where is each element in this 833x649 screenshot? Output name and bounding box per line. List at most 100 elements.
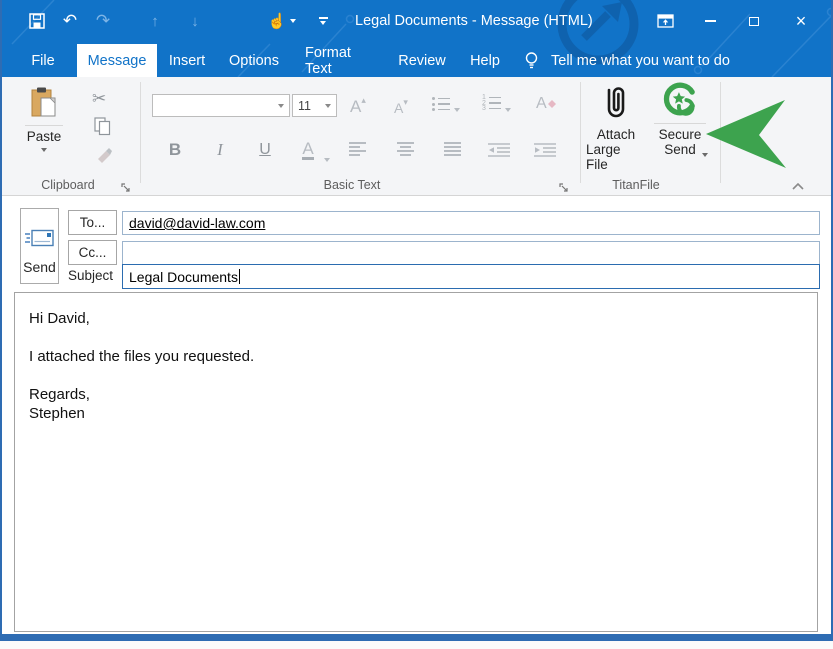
save-icon: [29, 13, 45, 29]
increase-indent-button[interactable]: [528, 137, 562, 163]
secure-send-callout-arrow: [704, 97, 788, 171]
secure-send-button[interactable]: Secure Send: [650, 81, 710, 175]
minimize-icon: [705, 20, 716, 22]
shrink-font-button[interactable]: A▾: [394, 97, 408, 116]
tell-me-search[interactable]: Tell me what you want to do: [524, 44, 730, 77]
tab-review[interactable]: Review: [395, 44, 449, 77]
paste-button[interactable]: Paste: [22, 85, 66, 171]
basic-text-dialog-launcher[interactable]: [559, 180, 571, 192]
tab-options[interactable]: Options: [224, 44, 284, 77]
window-header: ↶ ↷ ↑ ↓ ☝ Legal Documents - Message (HTM…: [2, 0, 831, 77]
align-center-button[interactable]: [390, 137, 420, 163]
text-cursor: [239, 269, 240, 284]
body-line: Hi David,: [29, 309, 803, 328]
group-separator: [140, 82, 141, 183]
undo-button[interactable]: ↶: [57, 8, 83, 34]
titanfile-group-label: TitanFile: [586, 178, 686, 192]
attach-large-file-button[interactable]: Attach Large File: [586, 81, 646, 175]
font-color-dropdown[interactable]: [324, 149, 330, 167]
window-title: Legal Documents - Message (HTML): [355, 13, 593, 29]
minimize-button[interactable]: [695, 6, 725, 36]
bullets-button[interactable]: [432, 97, 450, 111]
arrow-down-icon: ↓: [191, 13, 199, 30]
italic-button[interactable]: I: [205, 137, 235, 163]
touch-mode-dropdown[interactable]: [286, 8, 300, 34]
message-body-editor[interactable]: Hi David, I attached the files you reque…: [14, 292, 818, 632]
align-left-button[interactable]: [342, 137, 372, 163]
decrease-indent-button[interactable]: [482, 137, 516, 163]
font-color-button[interactable]: A: [296, 137, 320, 163]
ribbon-display-options-icon: [657, 14, 674, 28]
tab-insert[interactable]: Insert: [165, 44, 209, 77]
paperclip-icon: [603, 81, 629, 125]
align-right-button[interactable]: [437, 137, 467, 163]
redo-button[interactable]: ↷: [90, 8, 116, 34]
chevron-down-icon: [325, 104, 331, 108]
body-line: Stephen: [29, 404, 803, 423]
chevron-down-icon: [290, 19, 296, 23]
underline-button[interactable]: U: [250, 137, 280, 163]
numbering-icon: 1 2 3: [482, 96, 501, 110]
tab-message[interactable]: Message: [77, 44, 157, 77]
collapse-ribbon-button[interactable]: [792, 177, 804, 195]
align-center-icon: [397, 142, 414, 158]
tab-help[interactable]: Help: [464, 44, 506, 77]
maximize-button[interactable]: [739, 6, 769, 36]
secure-send-label-line1: Secure: [659, 127, 702, 142]
tab-format-text[interactable]: Format Text: [299, 44, 381, 77]
body-line: [29, 328, 803, 347]
send-button[interactable]: Send: [20, 208, 59, 284]
basic-text-group-label: Basic Text: [302, 178, 402, 192]
body-line: I attached the files you requested.: [29, 347, 803, 366]
font-size-value: 11: [293, 99, 311, 113]
paste-clipboard-icon: [30, 87, 58, 119]
save-button[interactable]: [24, 8, 50, 34]
cut-button[interactable]: ✂: [92, 89, 106, 109]
group-separator: [580, 82, 581, 183]
customize-qat-icon: [319, 17, 328, 25]
clipboard-dialog-launcher[interactable]: [121, 180, 133, 192]
ribbon-display-options-button[interactable]: [650, 6, 680, 36]
dialog-launcher-icon: [121, 183, 131, 193]
cc-button[interactable]: Cc...: [68, 240, 117, 265]
touch-mode-icon: ☝: [268, 12, 287, 30]
tell-me-label: Tell me what you want to do: [551, 53, 730, 69]
numbering-button[interactable]: 1 2 3: [482, 96, 501, 110]
grow-font-button[interactable]: A▴: [350, 95, 366, 117]
paste-label: Paste: [27, 129, 62, 144]
ribbon: Paste ✂ Clipboard: [2, 77, 831, 196]
align-left-icon: [349, 142, 366, 158]
send-envelope-icon: [25, 229, 55, 249]
to-button[interactable]: To...: [68, 210, 117, 235]
attach-label-line1: Attach: [597, 127, 635, 142]
bold-button[interactable]: B: [160, 137, 190, 163]
customize-quick-access-toolbar-button[interactable]: [310, 8, 336, 34]
ribbon-tab-row: File Message Insert Options Format Text …: [2, 44, 831, 77]
subject-field[interactable]: Legal Documents: [122, 264, 820, 289]
font-name-combo[interactable]: [152, 94, 290, 117]
paste-dropdown-caret: [41, 148, 47, 152]
bullets-dropdown[interactable]: [454, 99, 460, 117]
to-recipient: david@david-law.com: [129, 215, 265, 231]
format-painter-icon: [94, 147, 112, 163]
screenshot-stage: ↶ ↷ ↑ ↓ ☝ Legal Documents - Message (HTM…: [0, 0, 833, 649]
titanfile-secure-send-icon: [662, 81, 698, 117]
move-up-button[interactable]: ↑: [142, 8, 168, 34]
move-down-button[interactable]: ↓: [182, 8, 208, 34]
body-line: Regards,: [29, 385, 803, 404]
copy-button[interactable]: [94, 117, 111, 141]
cc-field[interactable]: [122, 241, 820, 265]
clear-formatting-button[interactable]: A: [536, 95, 556, 113]
secure-send-label-line2: Send: [664, 142, 696, 157]
subject-label: Subject: [68, 268, 113, 283]
tab-file[interactable]: File: [20, 44, 66, 77]
numbering-dropdown[interactable]: [505, 99, 511, 117]
close-button[interactable]: ×: [786, 6, 816, 36]
chevron-down-icon: [278, 104, 284, 108]
dialog-launcher-icon: [559, 183, 569, 193]
font-size-combo[interactable]: 11: [292, 94, 337, 117]
format-painter-button[interactable]: [94, 147, 112, 168]
chevron-up-icon: [792, 183, 804, 190]
send-label: Send: [23, 259, 56, 275]
to-field[interactable]: david@david-law.com: [122, 211, 820, 235]
